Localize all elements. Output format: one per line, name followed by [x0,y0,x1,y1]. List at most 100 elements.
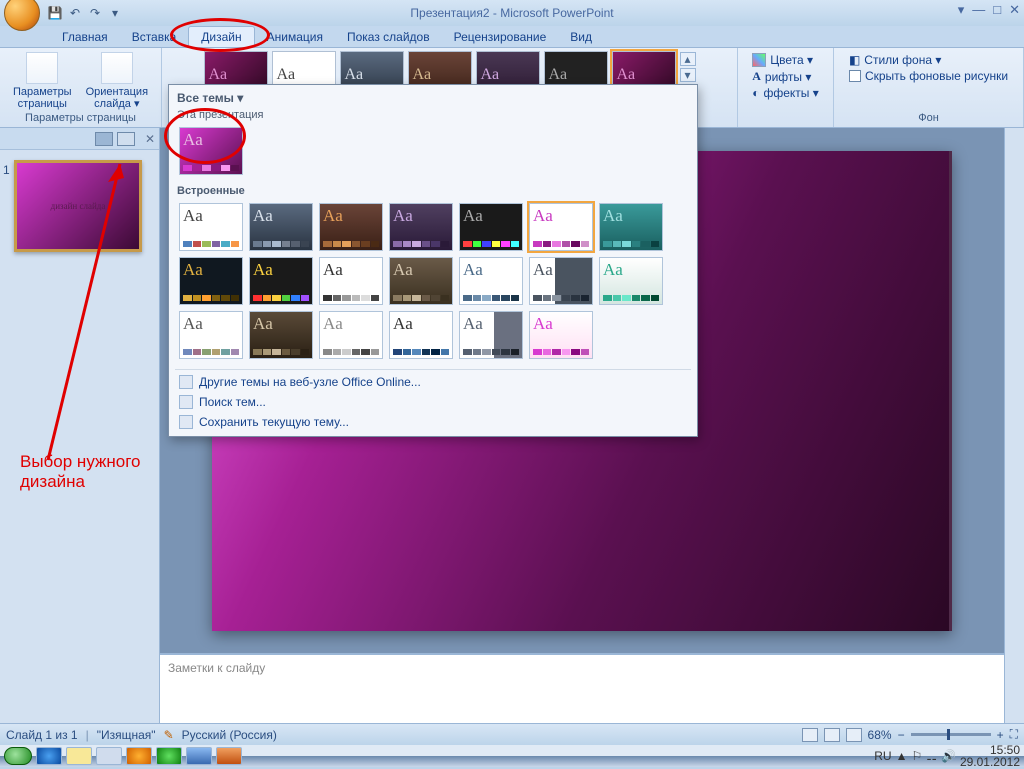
status-language[interactable]: Русский (Россия) [182,728,277,742]
builtin-theme-thumb[interactable]: Aa [249,311,313,359]
all-themes-label[interactable]: Все темы ▾ [177,91,243,105]
ribbon-group-page-setup: Параметры страницы Ориентация слайда ▾ П… [0,48,162,127]
builtin-theme-thumb[interactable]: Aa [459,311,523,359]
theme-aa-label: Aa [463,261,519,278]
close-button[interactable]: ✕ [1009,2,1020,18]
qat-more-icon[interactable]: ▾ [106,4,124,22]
slide-orientation-button[interactable]: Ориентация слайда ▾ [82,50,152,112]
zoom-out-icon[interactable]: − [898,728,905,742]
builtin-theme-thumb[interactable]: Aa [249,203,313,251]
more-themes-online-link[interactable]: Другие темы на веб-узле Office Online... [171,372,695,392]
taskbar-ie-icon[interactable] [36,747,62,765]
builtin-theme-thumb[interactable]: Aa [389,311,453,359]
theme-color-bars [603,241,659,247]
taskbar-word-icon[interactable] [186,747,212,765]
online-icon [179,375,193,389]
builtin-theme-thumb[interactable]: Aa [319,257,383,305]
save-theme-icon [179,415,193,429]
theme-aa-label: Aa [393,315,449,332]
tray-flag-icon[interactable]: ⚐ [911,749,922,763]
builtin-theme-thumb[interactable]: Aa [529,311,593,359]
theme-color-bars [323,241,379,247]
undo-icon[interactable]: ↶ [66,4,84,22]
theme-color-bars [323,295,379,301]
taskbar-app-1[interactable] [96,747,122,765]
builtin-theme-thumb[interactable]: Aa [179,257,243,305]
builtin-theme-thumb[interactable]: Aa [529,203,593,251]
zoom-level[interactable]: 68% [868,728,892,742]
tab-design[interactable]: Дизайн [188,26,254,47]
minimize-ribbon-icon[interactable]: ▾ [958,2,965,18]
zoom-in-icon[interactable]: + [997,728,1004,742]
tab-home[interactable]: Главная [50,27,120,47]
builtin-theme-thumb[interactable]: Aa [389,203,453,251]
tray-volume-icon[interactable]: 🔊 [941,749,956,763]
builtin-theme-thumb[interactable]: Aa [179,311,243,359]
annotation-text: Выбор нужного дизайна [20,452,141,493]
tray-network-icon[interactable]: ⚋ [926,749,937,763]
theme-color-bars [393,349,449,355]
slide-thumbnail-1[interactable]: дизайн слайда [14,160,142,252]
tab-view[interactable]: Вид [558,27,604,47]
page-setup-button[interactable]: Параметры страницы [9,50,76,112]
tab-animation[interactable]: Анимация [255,27,335,47]
slideshow-view-button[interactable] [846,728,862,742]
builtin-theme-thumb[interactable]: Aa [529,257,593,305]
colors-button[interactable]: Цвета ▾ [748,52,823,68]
taskbar-app-2[interactable] [156,747,182,765]
outline-tab-icon[interactable] [117,132,135,146]
hide-background-checkbox[interactable]: Скрыть фоновые рисунки [845,68,1012,84]
status-theme-name: "Изящная" [97,728,156,742]
zoom-slider[interactable] [911,733,991,736]
tab-slideshow[interactable]: Показ слайдов [335,27,442,47]
theme-color-bars [463,241,519,247]
panel-close-icon[interactable]: ✕ [145,132,155,146]
notes-pane[interactable]: Заметки к слайду [160,653,1004,723]
theme-color-bars [533,349,589,355]
fonts-button[interactable]: Aрифты ▾ [748,68,823,85]
theme-color-bars [183,295,239,301]
themes-dropdown: Все темы ▾ Эта презентация Aa Встроенные… [168,84,698,437]
gallery-down-icon[interactable]: ▾ [680,68,696,82]
taskbar-explorer-icon[interactable] [66,747,92,765]
tray-lang[interactable]: RU [874,749,891,763]
tray-icon-1[interactable]: ▲ [896,749,908,763]
builtin-theme-thumb[interactable]: Aa [249,257,313,305]
orientation-icon [101,52,133,84]
fonts-icon: A [752,69,761,84]
builtin-theme-thumb[interactable]: Aa [389,257,453,305]
theme-current-thumb[interactable]: Aa [179,127,243,175]
colors-icon [752,53,766,67]
gallery-up-icon[interactable]: ▴ [680,52,696,66]
tab-review[interactable]: Рецензирование [442,27,559,47]
save-icon[interactable]: 💾 [46,4,64,22]
builtin-theme-thumb[interactable]: Aa [459,203,523,251]
fonts-label: рифты ▾ [765,70,811,84]
redo-icon[interactable]: ↷ [86,4,104,22]
builtin-theme-thumb[interactable]: Aa [599,257,663,305]
effects-label: ффекты ▾ [763,86,818,100]
minimize-button[interactable]: — [972,2,985,18]
fit-window-icon[interactable]: ⛶ [1010,727,1018,742]
tab-insert[interactable]: Вставка [120,27,189,47]
start-button[interactable] [4,747,32,765]
maximize-button[interactable]: □ [993,2,1001,18]
builtin-theme-thumb[interactable]: Aa [319,311,383,359]
builtin-theme-thumb[interactable]: Aa [459,257,523,305]
vertical-scrollbar[interactable] [1004,128,1024,723]
slides-tab-icon[interactable] [95,132,113,146]
builtin-theme-thumb[interactable]: Aa [319,203,383,251]
save-theme-link[interactable]: Сохранить текущую тему... [171,412,695,432]
effects-button[interactable]: ◐ффекты ▾ [748,85,823,101]
spellcheck-icon[interactable]: ✎ [164,728,174,742]
background-styles-button[interactable]: ◧Стили фона ▾ [845,52,1012,68]
builtin-theme-thumb[interactable]: Aa [179,203,243,251]
taskbar-firefox-icon[interactable] [126,747,152,765]
bgstyles-label: Стили фона ▾ [864,53,941,67]
normal-view-button[interactable] [802,728,818,742]
taskbar-powerpoint-icon[interactable] [216,747,242,765]
search-themes-link[interactable]: Поиск тем... [171,392,695,412]
builtin-theme-thumb[interactable]: Aa [599,203,663,251]
tray-clock[interactable]: 15:50 29.01.2012 [960,744,1020,768]
sorter-view-button[interactable] [824,728,840,742]
